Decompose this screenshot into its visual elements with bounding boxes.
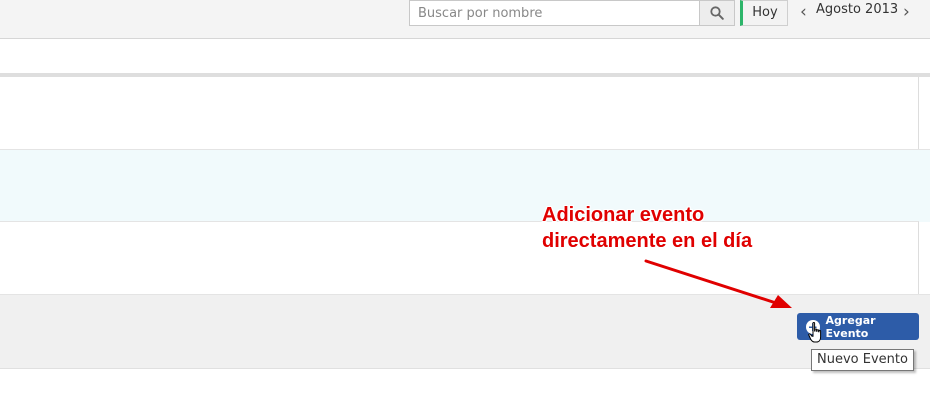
hand-pointer-icon	[808, 322, 822, 343]
search-button[interactable]	[699, 0, 735, 26]
next-month-icon[interactable]: ›	[903, 2, 910, 22]
tooltip: Nuevo Evento	[811, 349, 914, 371]
annotation-text: Adicionar evento directamente en el día	[542, 202, 752, 254]
annotation-arrow-icon	[644, 259, 792, 308]
today-button[interactable]: Hoy	[740, 0, 788, 26]
prev-month-icon[interactable]: ‹	[800, 2, 807, 22]
search-input[interactable]	[409, 0, 699, 26]
annotation-line-1: Adicionar evento	[542, 204, 705, 226]
annotation-line-2: directamente en el día	[542, 230, 753, 252]
add-event-label: Agregar Evento	[825, 313, 876, 340]
calendar-row	[0, 77, 919, 149]
month-label: Agosto 2013	[816, 2, 899, 17]
search-icon	[710, 6, 724, 20]
toolbar: Hoy ‹ Agosto 2013 ›	[0, 0, 930, 39]
search-group	[409, 0, 735, 26]
calendar-row-highlighted	[0, 149, 930, 222]
